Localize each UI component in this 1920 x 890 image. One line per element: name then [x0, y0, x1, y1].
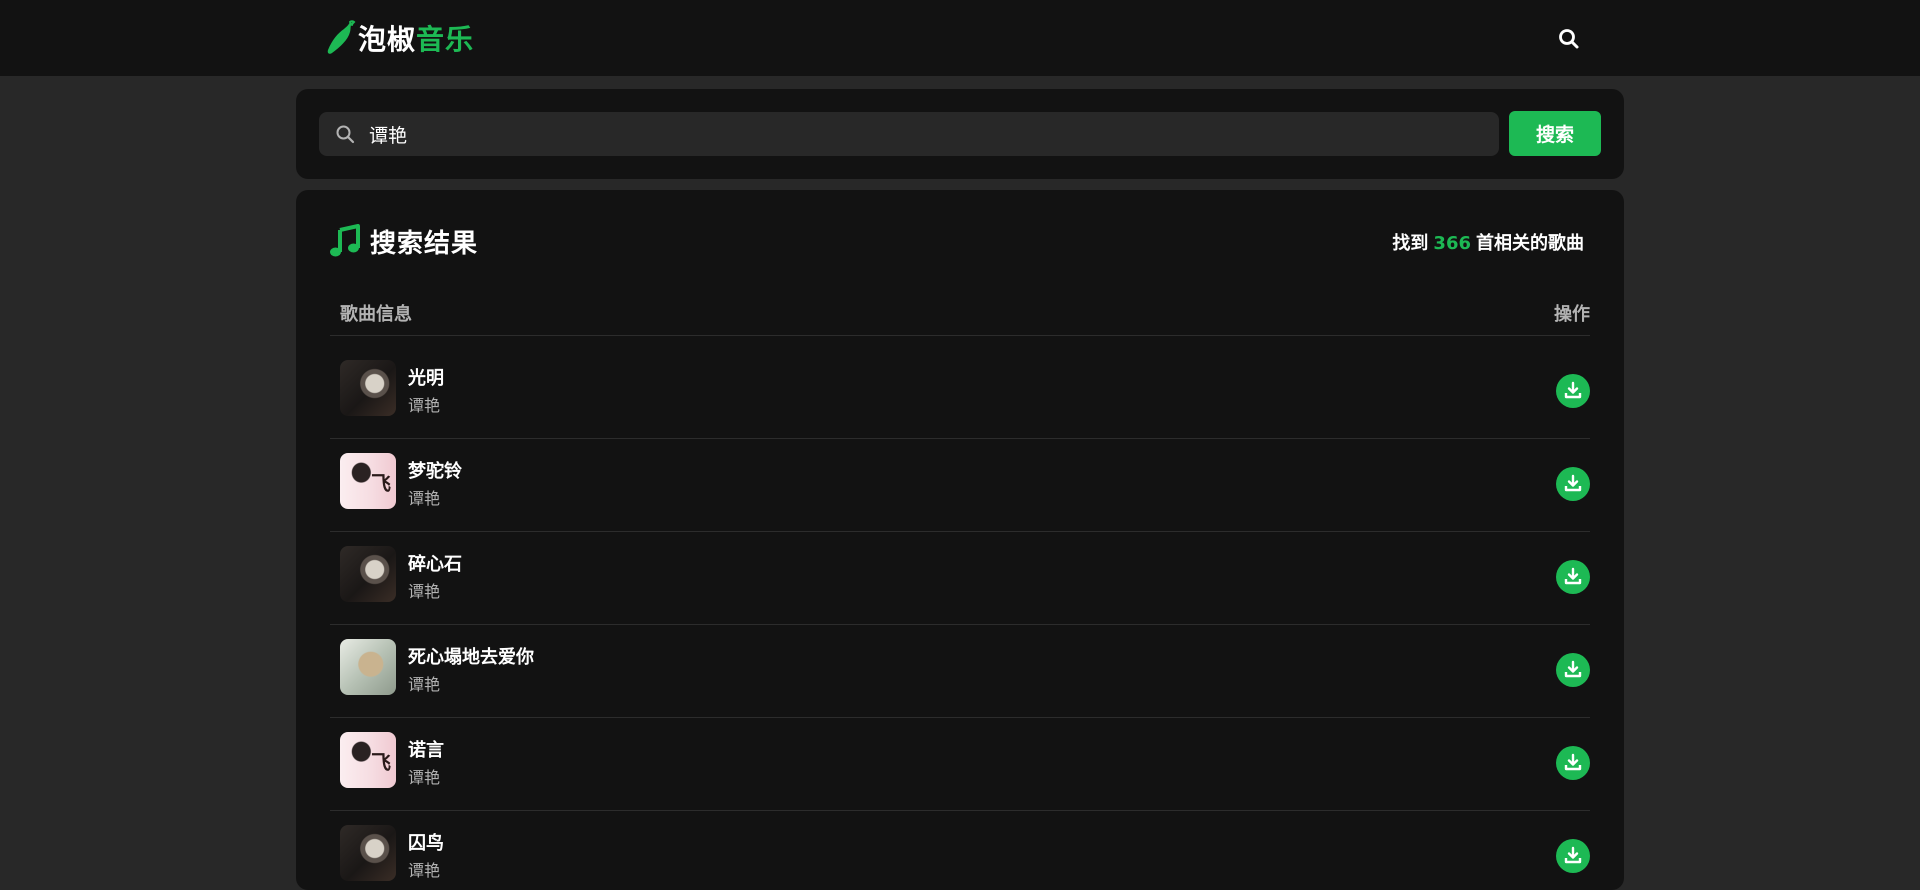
- search-input[interactable]: [369, 112, 1489, 156]
- song-artist: 谭艳: [408, 489, 441, 508]
- cover-art-mark: 飞: [371, 750, 391, 774]
- download-button[interactable]: [1556, 374, 1590, 408]
- table-row[interactable]: 光明 谭艳: [330, 346, 1590, 439]
- song-title[interactable]: 碎心石: [408, 550, 462, 576]
- table-row[interactable]: 碎心石 谭艳: [330, 532, 1590, 625]
- column-header-info: 歌曲信息: [340, 304, 412, 325]
- album-cover: 飞: [340, 732, 396, 788]
- search-box[interactable]: [319, 112, 1499, 156]
- album-cover: [340, 825, 396, 881]
- download-icon: [1564, 381, 1582, 399]
- song-artist: 谭艳: [408, 582, 441, 601]
- results-count: 找到 366 首相关的歌曲: [1392, 229, 1584, 255]
- results-heading: 搜索结果: [328, 224, 479, 259]
- song-title[interactable]: 囚鸟: [408, 829, 444, 855]
- song-artist: 谭艳: [408, 768, 441, 787]
- count-suffix: 首相关的歌曲: [1476, 233, 1584, 254]
- download-button[interactable]: [1556, 560, 1590, 594]
- song-title[interactable]: 光明: [408, 364, 444, 390]
- column-header-action: 操作: [1554, 304, 1590, 325]
- song-artist: 谭艳: [408, 675, 441, 694]
- table-row[interactable]: 死心塌地去爱你 谭艳: [330, 625, 1590, 718]
- download-icon: [1564, 660, 1582, 678]
- search-icon[interactable]: [1556, 26, 1582, 52]
- download-button[interactable]: [1556, 746, 1590, 780]
- table-row[interactable]: 飞 梦驼铃 谭艳: [330, 439, 1590, 532]
- album-cover: [340, 360, 396, 416]
- logo-text-green: 音乐: [416, 23, 475, 56]
- download-button[interactable]: [1556, 653, 1590, 687]
- music-note-icon: [330, 224, 360, 257]
- download-icon: [1564, 846, 1582, 864]
- album-cover: 飞: [340, 453, 396, 509]
- download-button[interactable]: [1556, 839, 1590, 873]
- search-button[interactable]: 搜索: [1509, 111, 1601, 156]
- count-prefix: 找到: [1392, 233, 1429, 254]
- song-title[interactable]: 死心塌地去爱你: [408, 643, 534, 669]
- top-navbar: 泡椒音乐: [0, 0, 1920, 76]
- table-row[interactable]: 飞 诺言 谭艳: [330, 718, 1590, 811]
- song-artist: 谭艳: [408, 396, 441, 415]
- song-list: 光明 谭艳 飞 梦驼铃 谭艳 碎心石 谭艳 死心塌地去爱你 谭艳 飞 诺言 谭艳…: [330, 346, 1590, 890]
- search-panel: 搜索: [296, 89, 1624, 179]
- song-artist: 谭艳: [408, 861, 441, 880]
- logo-text-white: 泡椒: [358, 23, 417, 56]
- logo[interactable]: 泡椒音乐: [324, 20, 474, 56]
- album-cover: [340, 546, 396, 602]
- search-input-icon: [336, 125, 355, 144]
- results-title: 搜索结果: [370, 228, 479, 259]
- count-number: 366: [1433, 233, 1471, 254]
- song-title[interactable]: 梦驼铃: [408, 457, 462, 483]
- table-header: 歌曲信息 操作: [330, 288, 1590, 336]
- song-title[interactable]: 诺言: [408, 736, 444, 762]
- download-icon: [1564, 474, 1582, 492]
- cover-art-mark: 飞: [371, 471, 391, 495]
- download-button[interactable]: [1556, 467, 1590, 501]
- table-row[interactable]: 囚鸟 谭艳: [330, 811, 1590, 890]
- download-icon: [1564, 753, 1582, 771]
- results-panel: 搜索结果 找到 366 首相关的歌曲 歌曲信息 操作 光明 谭艳 飞 梦驼铃 谭艳: [296, 190, 1624, 890]
- chili-pepper-icon: [327, 20, 356, 54]
- logo-text: 泡椒音乐: [358, 18, 474, 58]
- download-icon: [1564, 567, 1582, 585]
- album-cover: [340, 639, 396, 695]
